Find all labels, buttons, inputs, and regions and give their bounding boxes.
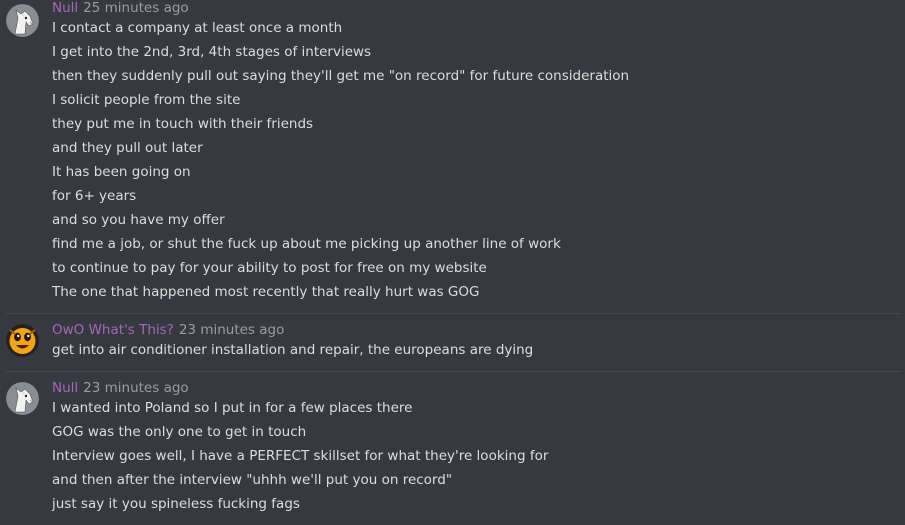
message-divider (6, 371, 901, 372)
message-line: I solicit people from the site (52, 92, 241, 108)
message-line: they put me in touch with their friends (52, 116, 314, 132)
message-line: GOG was the only one to get in touch (52, 424, 307, 440)
message-line: just say it you spineless fucking fags (52, 496, 300, 512)
message-content: get into air conditioner installation an… (52, 338, 905, 362)
message-line: I contact a company at least once a mont… (52, 20, 343, 36)
message-header: Null 25 minutes ago (52, 0, 189, 16)
message-line: get into air conditioner installation an… (52, 342, 534, 358)
message-line: and then after the interview "uhhh we'll… (52, 472, 453, 488)
message-line: and so you have my offer (52, 212, 225, 228)
message-divider (6, 313, 901, 314)
timestamp: 25 minutes ago (83, 0, 189, 16)
timestamp: 23 minutes ago (83, 380, 189, 396)
message-line: I wanted into Poland so I put in for a f… (52, 400, 413, 416)
message-content: I wanted into Poland so I put in for a f… (52, 396, 905, 516)
username[interactable]: OwO What's This? (52, 322, 174, 338)
username[interactable]: Null (52, 380, 78, 396)
timestamp: 23 minutes ago (178, 322, 285, 338)
message-header: Null 23 minutes ago (52, 378, 189, 396)
message-line: I get into the 2nd, 3rd, 4th stages of i… (52, 44, 372, 60)
message-line: find me a job, or shut the fuck up about… (52, 236, 561, 252)
message-line: for 6+ years (52, 188, 137, 204)
message-line: then they suddenly pull out saying they'… (52, 68, 630, 84)
message-line: Interview goes well, I have a PERFECT sk… (52, 448, 549, 464)
message-line: and they pull out later (52, 140, 203, 156)
message-line: The one that happened most recently that… (52, 284, 480, 300)
username[interactable]: Null (52, 0, 78, 16)
chat-message-list: Null 25 minutes ago I contact a company a… (0, 0, 905, 525)
horse-avatar-icon[interactable] (6, 4, 39, 37)
emoji-face-avatar-icon[interactable] (6, 324, 39, 357)
message-line: It has been going on (52, 164, 191, 180)
message-header: OwO What's This? 23 minutes ago (52, 320, 284, 338)
message-content: I contact a company at least once a mont… (52, 16, 905, 304)
message-line: to continue to pay for your ability to p… (52, 260, 487, 276)
horse-avatar-icon[interactable] (6, 382, 39, 415)
